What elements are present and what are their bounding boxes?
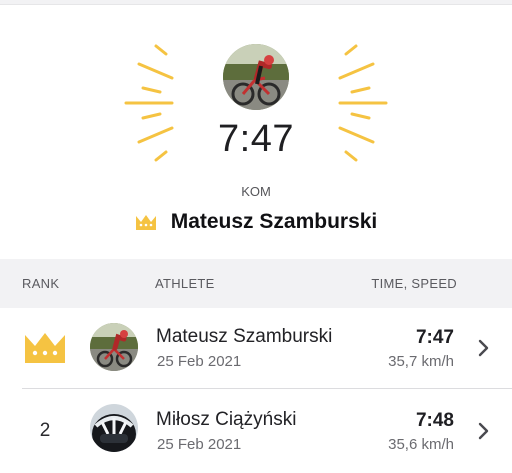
row-divider bbox=[22, 388, 512, 389]
effort-speed: 35,7 km/h bbox=[388, 353, 454, 370]
chevron-right-icon[interactable] bbox=[476, 421, 490, 441]
leaderboard-header: RANK ATHLETE TIME, SPEED bbox=[0, 259, 512, 308]
kom-hero: 7:47 KOM Mateusz Szamburski bbox=[0, 0, 512, 258]
effort-date: 25 Feb 2021 bbox=[157, 353, 242, 370]
leaderboard-row[interactable]: 2 Miłosz Ciążyński 25 Feb 2021 7:48 35,6… bbox=[0, 391, 512, 471]
effort-time: 7:48 bbox=[415, 410, 454, 431]
chevron-right-icon[interactable] bbox=[476, 338, 490, 358]
rank-number: 2 bbox=[39, 420, 51, 441]
effort-time: 7:47 bbox=[415, 327, 454, 348]
crown-icon bbox=[25, 333, 65, 363]
effort-date: 25 Feb 2021 bbox=[157, 436, 242, 453]
effort-speed: 35,6 km/h bbox=[388, 436, 454, 453]
crown-icon bbox=[135, 215, 156, 230]
athlete-column-header: ATHLETE bbox=[155, 276, 215, 291]
time-speed-column-header: TIME, SPEED bbox=[371, 276, 457, 291]
athlete-avatar bbox=[90, 323, 138, 371]
leaderboard-row[interactable]: Mateusz Szamburski 25 Feb 2021 7:47 35,7… bbox=[0, 308, 512, 388]
leader-name: Mateusz Szamburski bbox=[170, 210, 378, 233]
kom-leader: Mateusz Szamburski bbox=[0, 210, 512, 234]
rank-column-header: RANK bbox=[22, 276, 60, 291]
kom-label: KOM bbox=[241, 184, 271, 199]
kom-time: 7:47 bbox=[218, 118, 294, 160]
athlete-avatar bbox=[90, 404, 138, 452]
athlete-name: Miłosz Ciążyński bbox=[156, 409, 297, 430]
athlete-name: Mateusz Szamburski bbox=[156, 326, 333, 347]
leader-avatar bbox=[223, 44, 289, 110]
